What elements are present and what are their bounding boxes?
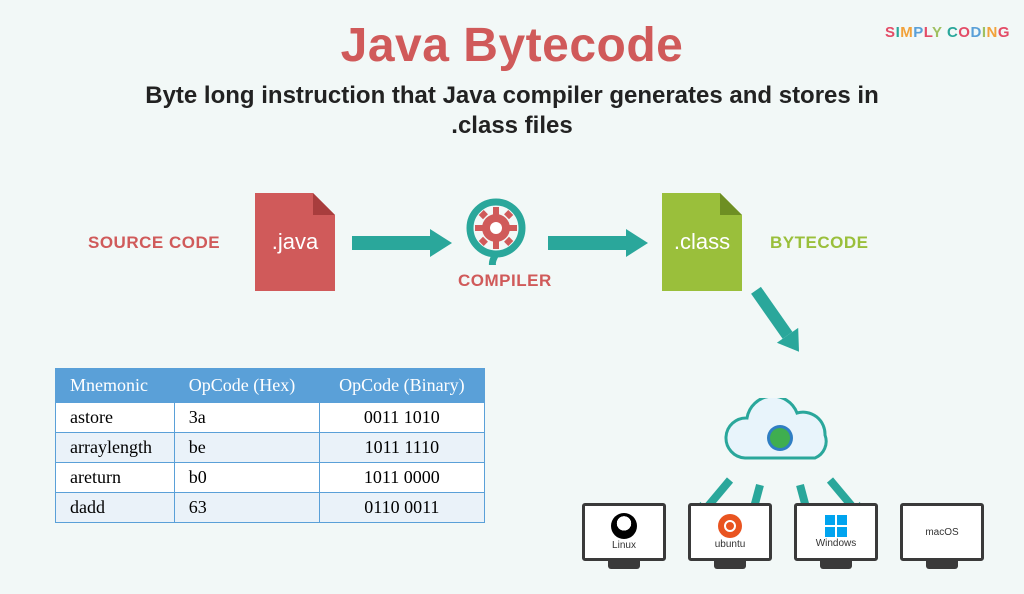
brand-logo: SIMPLY CODING [885, 24, 1010, 41]
arrow-icon [548, 231, 648, 255]
platform-linux: Linux [582, 503, 670, 561]
linux-icon [611, 513, 637, 539]
page-title: Java Bytecode [0, 18, 1024, 73]
class-file-icon: .class [662, 193, 742, 291]
distribution-diagram: Linux ubuntu Windows macOS [560, 328, 1010, 588]
platform-ubuntu: ubuntu [688, 503, 776, 561]
compiler-label: COMPILER [458, 271, 534, 291]
cloud-icon [715, 398, 845, 478]
table-header: Mnemonic [56, 369, 175, 403]
windows-icon [825, 515, 847, 537]
bytecode-label: BYTECODE [770, 233, 868, 252]
gear-icon [461, 195, 531, 265]
page-subtitle: Byte long instruction that Java compiler… [122, 81, 902, 141]
java-file-label: .java [272, 229, 318, 255]
table-header: OpCode (Hex) [174, 369, 319, 403]
table-row: dadd 63 0110 0011 [56, 493, 485, 523]
platform-windows: Windows [794, 503, 882, 561]
table-row: areturn b0 1011 0000 [56, 463, 485, 493]
table-row: arraylength be 1011 1110 [56, 433, 485, 463]
ubuntu-icon [718, 514, 742, 538]
arrow-icon [352, 231, 452, 255]
table-row: astore 3a 0011 1010 [56, 403, 485, 433]
opcode-table: Mnemonic OpCode (Hex) OpCode (Binary) as… [55, 368, 485, 523]
class-file-label: .class [674, 229, 730, 255]
source-code-label: SOURCE CODE [88, 233, 220, 252]
java-file-icon: .java [255, 193, 335, 291]
flow-diagram: SOURCE CODE .java [0, 193, 1024, 323]
table-header: OpCode (Binary) [319, 369, 484, 403]
platform-macos: macOS [900, 503, 988, 561]
